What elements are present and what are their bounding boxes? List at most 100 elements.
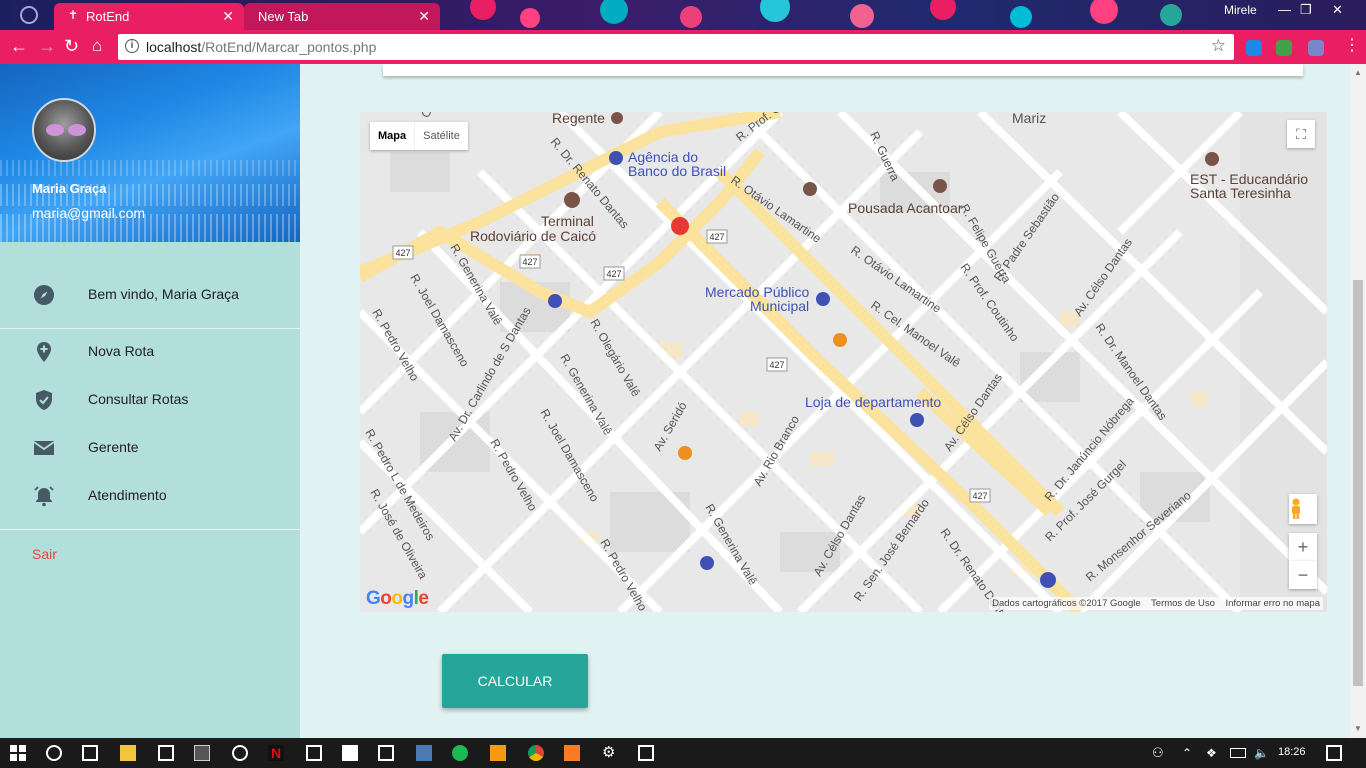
browser-menu-dots-icon[interactable]: ⋮ [1344,36,1360,56]
map-type-mapa[interactable]: Mapa [370,122,414,150]
back-icon[interactable]: ← [10,36,28,56]
home-icon[interactable]: ⌂ [92,36,102,56]
address-bar[interactable]: i localhost/RotEnd/Marcar_pontos.php ☆ [118,34,1234,60]
action-center-icon[interactable] [1326,745,1342,761]
top-card [383,64,1303,76]
map-poi-label: Loja de departamento [805,394,942,410]
menu-item-gerente[interactable]: Gerente [0,424,300,472]
media-icon[interactable] [232,745,248,761]
add-location-icon [37,342,51,362]
mysql-workbench-icon[interactable] [416,745,432,761]
flower-decoration [850,4,874,28]
terminal-icon[interactable] [194,745,210,761]
flower-decoration [520,8,540,28]
map-terms-link[interactable]: Termos de Uso [1151,598,1215,609]
tab-rotend[interactable]: ✝ RotEnd ✕ [54,3,244,30]
logout-link[interactable]: Sair [32,546,57,562]
menu-item-label: Bem vindo, Maria Graça [88,286,239,302]
calcular-button[interactable]: CALCULAR [442,654,588,708]
zoom-out-icon[interactable]: − [1289,561,1317,589]
mail-icon [33,441,55,455]
url-host: localhost [146,39,202,55]
street-view-pegman-icon[interactable] [1289,494,1317,524]
reload-icon[interactable]: ↻ [64,36,79,56]
browser-menu-icon[interactable] [20,6,38,24]
scrollbar-thumb[interactable] [1353,280,1363,686]
video-editor-icon[interactable] [342,745,358,761]
windows-start-icon[interactable] [10,745,26,761]
flower-decoration [470,0,496,20]
file-explorer-icon[interactable] [120,745,136,761]
battery-icon[interactable] [1230,748,1246,758]
calculator-icon[interactable] [306,745,322,761]
flower-decoration [600,0,628,24]
site-info-icon[interactable]: i [125,39,139,53]
settings-gear-icon[interactable]: ⚙ [602,745,618,761]
alarm-bell-icon [34,486,54,507]
browser-titlebar: ✝ RotEnd ✕ New Tab ✕ Mirele — ❐ ✕ [0,0,1366,30]
people-icon[interactable]: ⚇ [1152,745,1168,761]
extension-icon[interactable] [1276,40,1292,56]
map-poi-label: Banco do Brasil [628,163,727,179]
city-lights-background [0,160,300,176]
zoom-in-icon[interactable]: + [1289,533,1317,561]
tray-expand-icon[interactable]: ⌃ [1182,745,1198,761]
cortana-icon[interactable] [46,745,62,761]
mail-app-icon[interactable] [378,745,394,761]
map-type-satelite[interactable]: Satélite [414,122,468,150]
menu-item-nova-rota[interactable]: Nova Rota [0,328,300,376]
flower-decoration [930,0,956,20]
scroll-down-icon[interactable]: ▼ [1354,724,1362,733]
tab-label: New Tab [258,9,309,24]
windows-taskbar: N ⚙ ⚇ ⌃ ❖ 🔈 18:26 [0,738,1366,768]
spotify-icon[interactable] [452,745,468,761]
taskbar-clock[interactable]: 18:26 [1278,746,1306,758]
map-poi-label: Municipal [750,298,810,314]
compass-icon [34,285,54,305]
menu-item-label: Gerente [88,439,139,455]
map-streets: 427 427 427 427 427 427 R. Dr. Renato Da… [360,112,1327,612]
flower-decoration [1010,6,1032,28]
menu-item-welcome[interactable]: Bem vindo, Maria Graça [0,271,300,319]
scroll-up-icon[interactable]: ▲ [1354,68,1362,77]
restore-icon[interactable]: ❐ [1300,2,1312,18]
menu-item-atendimento[interactable]: Atendimento [0,472,300,520]
chrome-icon[interactable] [528,745,544,761]
close-tab-icon[interactable]: ✕ [222,8,234,25]
main-content: 427 427 427 427 427 427 R. Dr. Renato Da… [300,64,1350,738]
photos-icon[interactable] [638,745,654,761]
close-window-icon[interactable]: ✕ [1332,2,1343,18]
svg-text:427: 427 [395,248,410,258]
page-scrollbar[interactable]: ▲ ▼ [1350,64,1366,738]
extension-icon[interactable] [1246,40,1262,56]
flower-decoration [1090,0,1118,24]
volume-icon[interactable]: 🔈 [1254,745,1270,761]
minimize-icon[interactable]: — [1278,2,1291,17]
map-poi-label: Terminal [541,213,594,229]
fullscreen-icon[interactable]: ⛶ [1287,120,1315,148]
map-poi-label: Regente [552,112,605,126]
svg-text:427: 427 [522,257,537,267]
map-type-control: Mapa Satélite [370,122,468,150]
close-tab-icon[interactable]: ✕ [418,8,430,25]
tab-new-tab[interactable]: New Tab ✕ [244,3,440,30]
extension-icon[interactable] [1308,40,1324,56]
menu-item-label: Atendimento [88,487,167,503]
dropbox-icon[interactable]: ❖ [1206,745,1222,761]
user-email: maria@gmail.com [32,205,146,221]
verified-shield-icon [36,390,52,410]
xampp-icon[interactable] [564,745,580,761]
menu-item-consultar-rotas[interactable]: Consultar Rotas [0,376,300,424]
menu-item-label: Nova Rota [88,343,155,359]
store-icon[interactable] [158,745,174,761]
map[interactable]: 427 427 427 427 427 427 R. Dr. Renato Da… [360,112,1327,612]
bookmark-star-icon[interactable]: ☆ [1211,36,1226,56]
task-view-icon[interactable] [82,745,98,761]
forward-icon[interactable]: → [38,36,56,56]
profile-name[interactable]: Mirele [1224,3,1257,17]
map-report-error-link[interactable]: Informar erro no mapa [1225,598,1320,609]
sublime-text-icon[interactable] [490,745,506,761]
user-header: Maria Graça maria@gmail.com [0,64,300,242]
google-logo: Google [366,588,429,609]
netflix-icon[interactable]: N [268,745,284,761]
